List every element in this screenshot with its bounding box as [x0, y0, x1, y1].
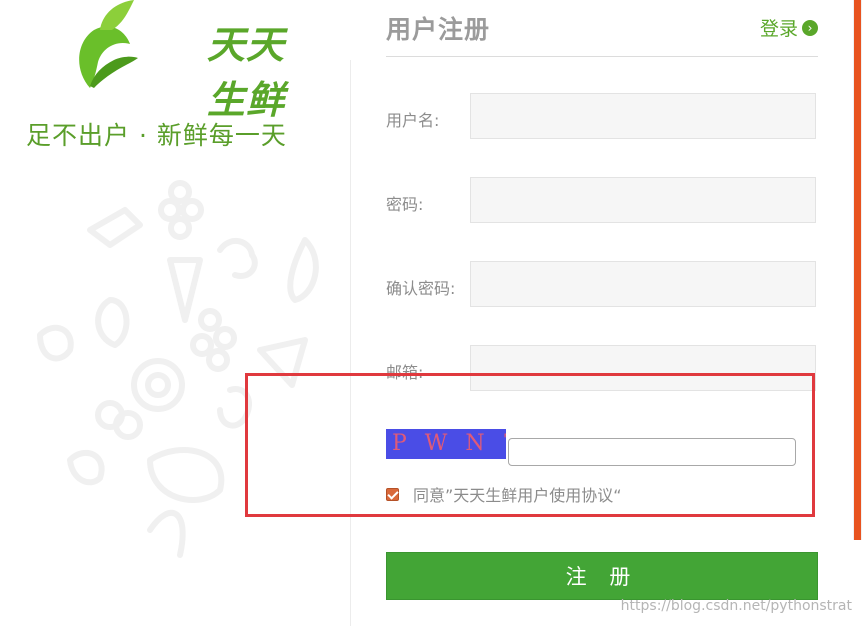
logo: 天天生鲜	[72, 0, 312, 122]
confirm-password-label: 确认密码:	[386, 279, 456, 298]
confirm-password-input[interactable]	[470, 261, 816, 307]
login-link-label: 登录	[759, 18, 798, 40]
leaf-logo-icon	[79, 0, 138, 88]
scrollbar-thumb[interactable]	[854, 0, 861, 540]
username-label: 用户名:	[386, 111, 440, 130]
register-panel: 用户注册 登录 › 用户名: 密码: 确认密码: 邮箱: PWN7 同意”天天生…	[386, 0, 818, 626]
slogan: 足不出户 · 新鲜每一天	[26, 121, 287, 150]
scrollbar[interactable]	[853, 0, 862, 540]
watermark: https://blog.csdn.net/pythonstrat	[620, 598, 852, 614]
panel-divider	[350, 60, 351, 626]
password-input[interactable]	[470, 177, 816, 223]
password-label: 密码:	[386, 195, 424, 214]
brand-panel: 天天生鲜 足不出户 · 新鲜每一天	[0, 0, 350, 626]
chevron-right-icon: ›	[802, 19, 818, 36]
logo-text: 天天生鲜	[207, 23, 286, 122]
highlight-annotation	[245, 373, 815, 517]
username-input[interactable]	[470, 93, 816, 139]
title-divider	[386, 56, 818, 57]
register-button[interactable]: 注 册	[386, 552, 818, 600]
page-title: 用户注册	[386, 15, 491, 44]
login-link[interactable]: 登录 ›	[760, 14, 818, 41]
